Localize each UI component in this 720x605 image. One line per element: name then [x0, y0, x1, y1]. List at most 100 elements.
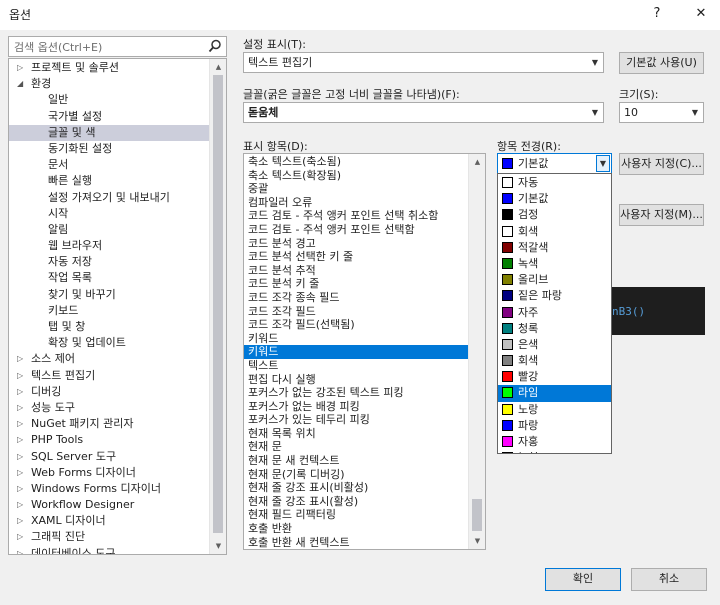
tree-item[interactable]: 작업 목록: [9, 270, 226, 286]
close-button[interactable]: ✕: [688, 3, 714, 25]
ok-button[interactable]: 확인: [545, 568, 621, 591]
tree-item[interactable]: 찾기 및 바꾸기: [9, 287, 226, 303]
tree-item[interactable]: ▷ PHP Tools: [9, 432, 226, 448]
tree-item[interactable]: 빠른 실행: [9, 173, 226, 189]
display-item[interactable]: 현재 필드 리팩터링: [244, 508, 485, 522]
color-option[interactable]: 청록: [498, 321, 611, 337]
display-item[interactable]: 컴파일러 오류: [244, 196, 485, 210]
tree-item[interactable]: 탭 및 창: [9, 319, 226, 335]
tree-item[interactable]: 문서: [9, 157, 226, 173]
size-combo[interactable]: 10 ▼: [619, 102, 704, 123]
display-item[interactable]: 현재 문 새 컨텍스트: [244, 454, 485, 468]
display-item[interactable]: 호출 반환: [244, 522, 485, 536]
display-item[interactable]: 현재 목록 위치: [244, 427, 485, 441]
display-item[interactable]: 코드 검토 - 주석 앵커 포인트 선택 취소함: [244, 209, 485, 223]
tree-item[interactable]: 동기화된 설정: [9, 141, 226, 157]
color-option[interactable]: 파랑: [498, 418, 611, 434]
collapsed-arrow-icon[interactable]: ▷: [17, 384, 27, 400]
color-option[interactable]: 자홍: [498, 434, 611, 450]
expanded-arrow-icon[interactable]: ◢: [17, 76, 27, 92]
color-option[interactable]: 녹색: [498, 256, 611, 272]
tree-item[interactable]: 시작: [9, 206, 226, 222]
tree-item[interactable]: ▷ SQL Server 도구: [9, 449, 226, 465]
display-item[interactable]: 현재 줄 강조 표시(비활성): [244, 481, 485, 495]
color-option[interactable]: 은색: [498, 337, 611, 353]
collapsed-arrow-icon[interactable]: ▷: [17, 351, 27, 367]
display-item[interactable]: 포커스가 없는 배경 피킹: [244, 400, 485, 414]
display-item[interactable]: 키워드: [244, 332, 485, 346]
tree-item[interactable]: 글꼴 및 색: [9, 124, 226, 141]
scroll-down-icon[interactable]: ▼: [469, 533, 485, 549]
search-input[interactable]: 검색 옵션(Ctrl+E): [8, 36, 227, 57]
collapsed-arrow-icon[interactable]: ▷: [17, 546, 27, 554]
collapsed-arrow-icon[interactable]: ▷: [17, 465, 27, 481]
background-custom-button[interactable]: 사용자 지정(M)...: [619, 204, 704, 226]
display-item[interactable]: 현재 문: [244, 440, 485, 454]
tree-item[interactable]: ▷ NuGet 패키지 관리자: [9, 416, 226, 432]
tree-item[interactable]: 자동 저장: [9, 254, 226, 270]
collapsed-arrow-icon[interactable]: ▷: [17, 481, 27, 497]
display-item[interactable]: 키워드: [244, 345, 485, 359]
display-items-list[interactable]: 축소 텍스트(축소됨) 축소 텍스트(확장됨) 중괄 컴파일러 오류 코드 검토 - 주…: [243, 153, 486, 550]
tree-item[interactable]: 국가별 설정: [9, 109, 226, 125]
color-option[interactable]: 자주: [498, 305, 611, 321]
display-item[interactable]: 텍스트: [244, 359, 485, 373]
color-option[interactable]: 적갈색: [498, 240, 611, 256]
color-option[interactable]: 노랑: [498, 402, 611, 418]
tree-item[interactable]: ▷ 텍스트 편집기: [9, 368, 226, 384]
color-option[interactable]: 기본값: [498, 191, 611, 207]
tree-item[interactable]: ◢ 환경: [9, 76, 226, 92]
scroll-thumb[interactable]: [213, 75, 223, 533]
display-item[interactable]: 현재 줄 강조 표시(활성): [244, 495, 485, 509]
color-option[interactable]: 짙은 파랑: [498, 288, 611, 304]
scroll-down-icon[interactable]: ▼: [210, 538, 226, 554]
tree-item[interactable]: 알림: [9, 222, 226, 238]
tree-item[interactable]: ▷ 그래픽 진단: [9, 529, 226, 545]
display-item[interactable]: 편집 다시 실행: [244, 373, 485, 387]
foreground-custom-button[interactable]: 사용자 지정(C)...: [619, 153, 704, 175]
collapsed-arrow-icon[interactable]: ▷: [17, 529, 27, 545]
collapsed-arrow-icon[interactable]: ▷: [17, 416, 27, 432]
tree-scrollbar[interactable]: ▲ ▼: [209, 59, 226, 554]
display-items-scrollbar[interactable]: ▲ ▼: [468, 154, 485, 549]
color-option[interactable]: 자동: [498, 175, 611, 191]
display-item[interactable]: 축소 텍스트(축소됨): [244, 155, 485, 169]
collapsed-arrow-icon[interactable]: ▷: [17, 449, 27, 465]
tree-item[interactable]: ▷ Workflow Designer: [9, 497, 226, 513]
font-combo[interactable]: 돋움체 ▼: [243, 102, 604, 123]
foreground-combo[interactable]: 기본값 ▼: [497, 153, 612, 174]
tree-item[interactable]: 확장 및 업데이트: [9, 335, 226, 351]
collapsed-arrow-icon[interactable]: ▷: [17, 368, 27, 384]
color-option[interactable]: 녹청: [498, 450, 611, 453]
tree-item[interactable]: ▷ Web Forms 디자이너: [9, 465, 226, 481]
collapsed-arrow-icon[interactable]: ▷: [17, 400, 27, 416]
collapsed-arrow-icon[interactable]: ▷: [17, 432, 27, 448]
display-item[interactable]: 축소 텍스트(확장됨): [244, 169, 485, 183]
tree-item[interactable]: ▷ 성능 도구: [9, 400, 226, 416]
display-item[interactable]: 코드 조각 필드: [244, 305, 485, 319]
tree-item[interactable]: 웹 브라우저: [9, 238, 226, 254]
display-item[interactable]: 호출 반환 새 컨텍스트: [244, 536, 485, 549]
display-item[interactable]: 코드 조각 종속 필드: [244, 291, 485, 305]
color-option[interactable]: 검정: [498, 207, 611, 223]
display-item[interactable]: 코드 분석 선택한 키 줄: [244, 250, 485, 264]
help-button[interactable]: ?: [644, 3, 670, 25]
display-item[interactable]: 중괄: [244, 182, 485, 196]
tree-item[interactable]: ▷ 프로젝트 및 솔루션: [9, 60, 226, 76]
display-item[interactable]: 코드 분석 추적: [244, 264, 485, 278]
scroll-up-icon[interactable]: ▲: [469, 154, 485, 170]
use-defaults-button[interactable]: 기본값 사용(U): [619, 52, 704, 74]
tree-item[interactable]: ▷ 소스 제어: [9, 351, 226, 367]
display-item[interactable]: 포커스가 없는 강조된 텍스트 피킹: [244, 386, 485, 400]
color-option[interactable]: 라임: [498, 385, 611, 402]
cancel-button[interactable]: 취소: [631, 568, 707, 591]
tree-item[interactable]: ▷ Windows Forms 디자이너: [9, 481, 226, 497]
collapsed-arrow-icon[interactable]: ▷: [17, 497, 27, 513]
display-item[interactable]: 코드 분석 경고: [244, 237, 485, 251]
display-item[interactable]: 현재 문(기록 디버깅): [244, 468, 485, 482]
scroll-thumb[interactable]: [472, 499, 482, 531]
tree-item[interactable]: 설정 가져오기 및 내보내기: [9, 190, 226, 206]
collapsed-arrow-icon[interactable]: ▷: [17, 60, 27, 76]
tree-item[interactable]: ▷ XAML 디자이너: [9, 513, 226, 529]
tree-item[interactable]: ▷ 데이터베이스 도구: [9, 546, 226, 554]
